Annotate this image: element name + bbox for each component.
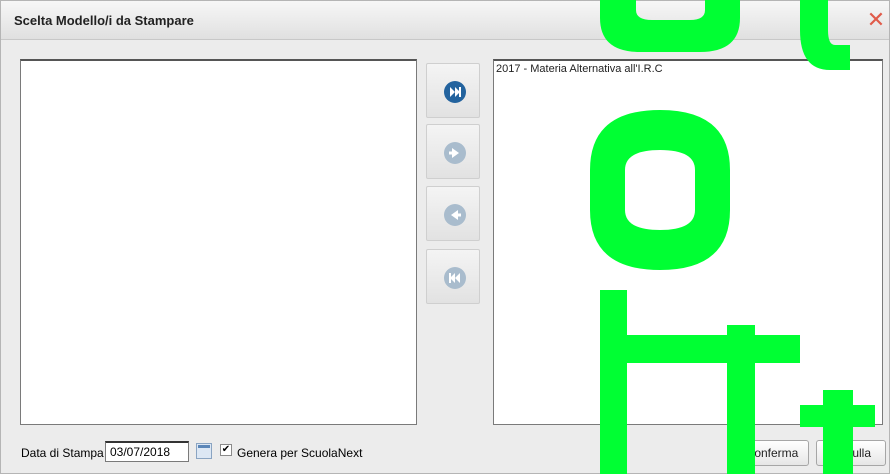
move-all-right-button[interactable] [426,63,480,118]
list-item[interactable]: 2017 - Materia Alternativa all'I.R.C [494,61,882,77]
calendar-icon[interactable] [196,443,212,459]
confirm-button[interactable]: Conferma [735,440,809,466]
selected-models-list[interactable]: 2017 - Materia Alternativa all'I.R.C [493,59,883,425]
move-left-button[interactable] [426,186,480,241]
dialog-footer: Data di Stampa ✔ Genera per ScuolaNext C… [1,437,889,473]
dialog-titlebar: Scelta Modello/i da Stampare ✕ [1,1,889,40]
print-date-label: Data di Stampa [21,446,104,460]
move-all-left-button[interactable] [426,249,480,304]
close-icon[interactable]: ✕ [865,9,887,31]
print-date-field[interactable] [105,441,189,462]
move-right-button[interactable] [426,124,480,179]
scuolanext-checkbox-label: Genera per ScuolaNext [237,446,363,460]
available-models-list[interactable] [20,59,417,425]
scuolanext-checkbox[interactable]: ✔ [220,444,232,456]
print-model-dialog: Scelta Modello/i da Stampare ✕ 2017 - Ma… [0,0,890,474]
dialog-title: Scelta Modello/i da Stampare [14,13,194,28]
cancel-button[interactable]: Annulla [816,440,886,466]
